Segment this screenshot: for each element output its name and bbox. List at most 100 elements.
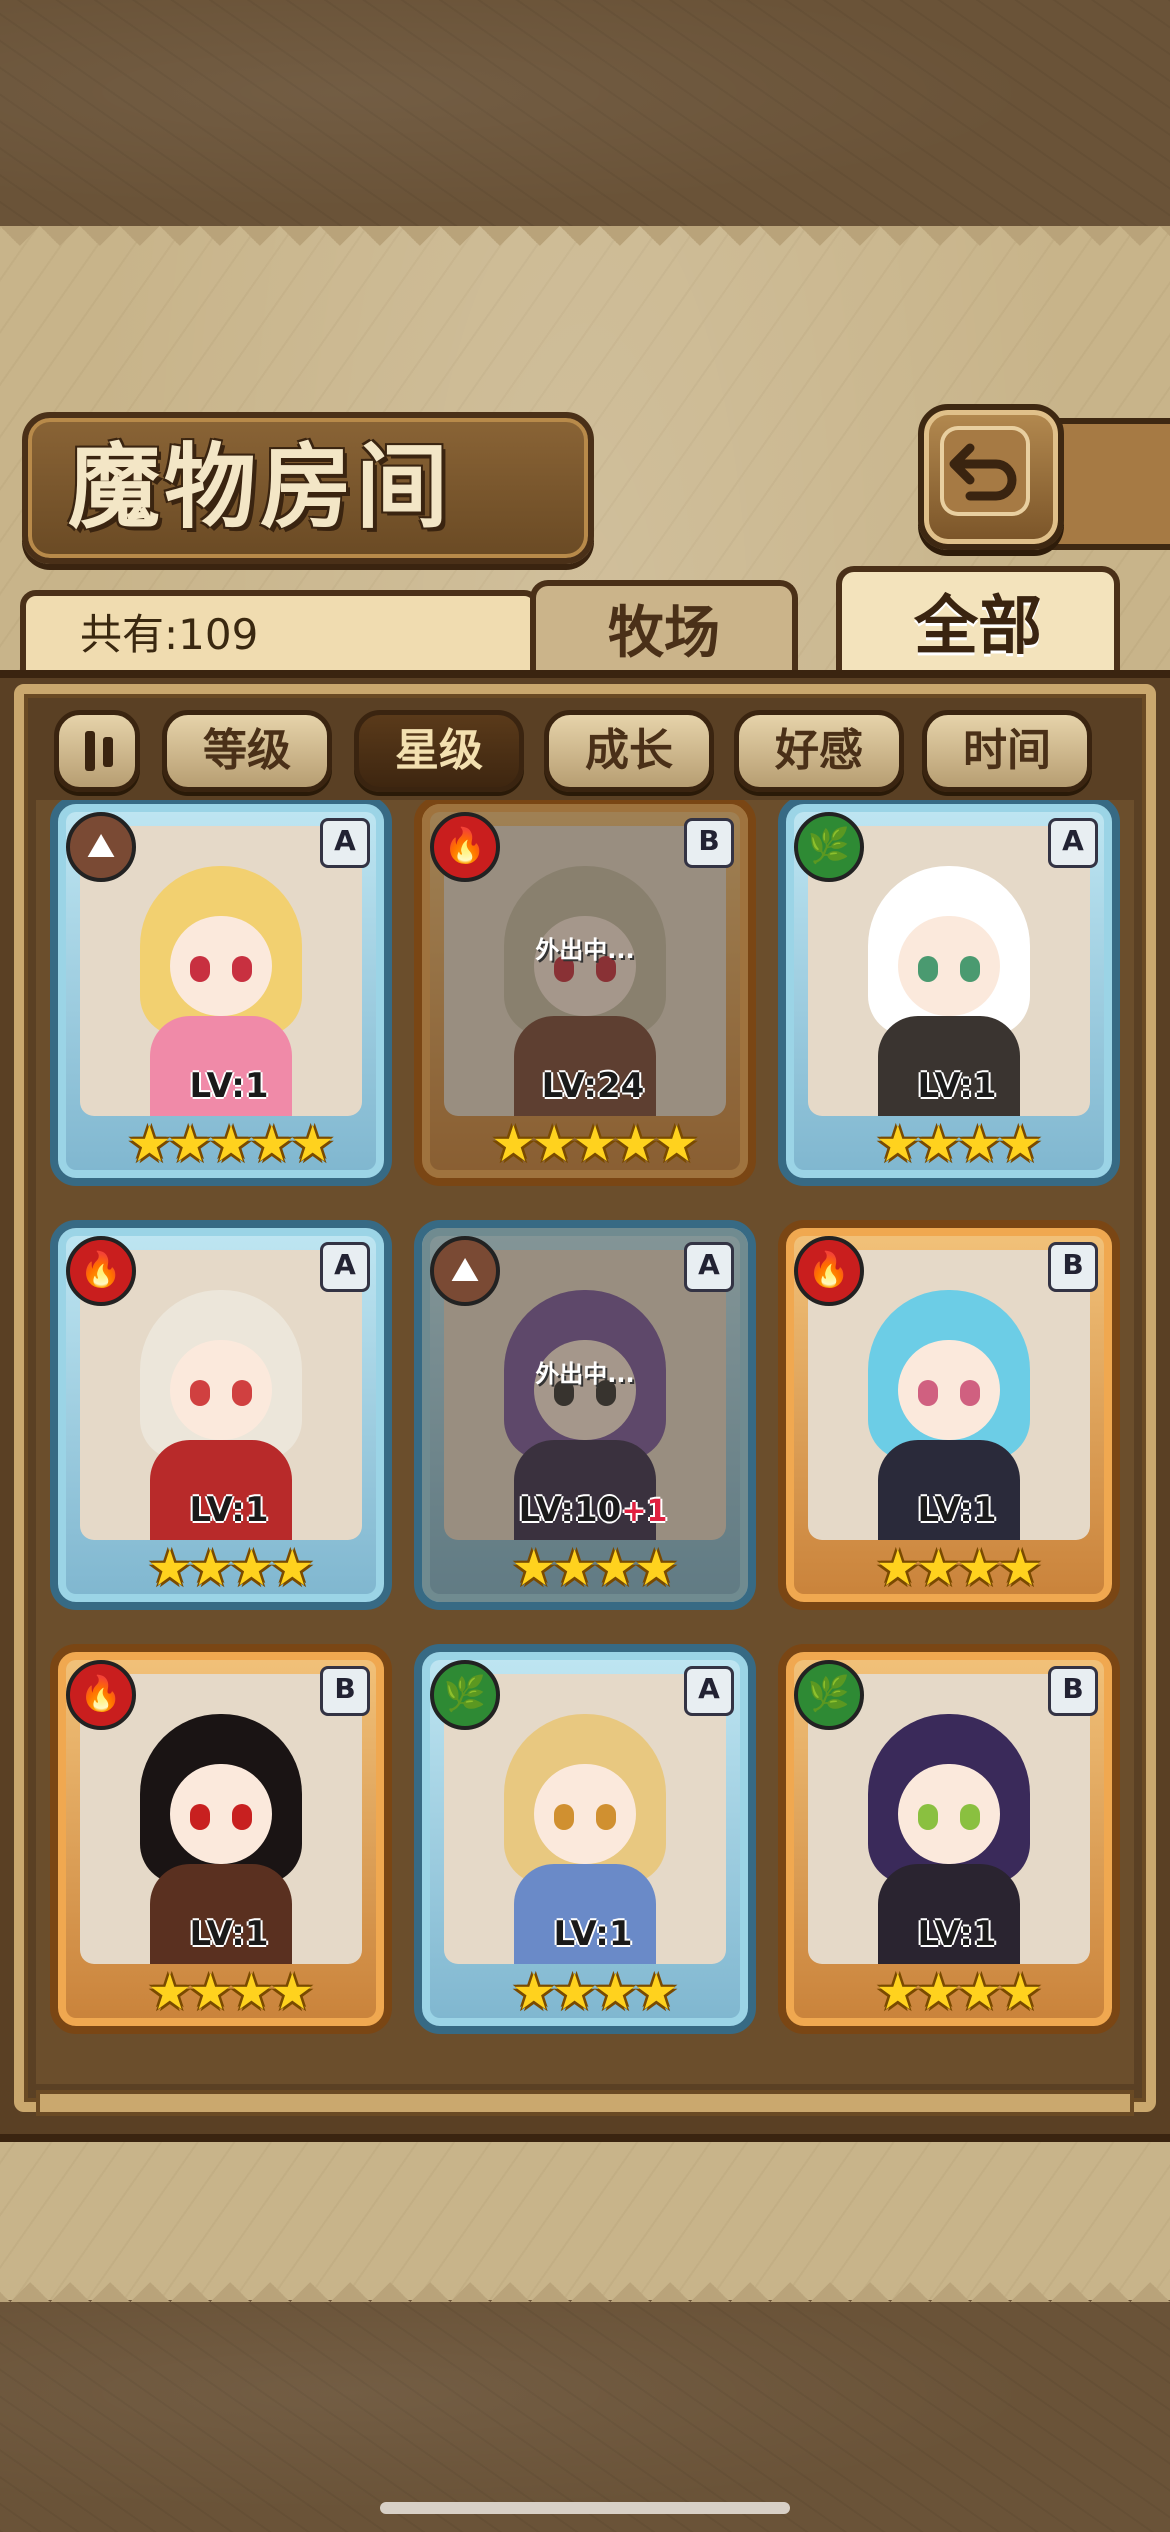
filter-toggle-icon-part <box>103 737 113 767</box>
home-indicator[interactable] <box>380 2502 790 2514</box>
star-rating: ★★★★ <box>147 1539 314 1597</box>
leaf-icon: 🌿 <box>430 1660 500 1730</box>
monster-eye <box>232 956 252 982</box>
monster-eye <box>190 1380 210 1406</box>
leaf-icon: 🌿 <box>794 812 864 882</box>
monster-card[interactable]: 🔥 B LV:1 ★★★★ <box>50 1644 392 2034</box>
monster-level: LV:1 <box>58 1914 384 1954</box>
monster-card[interactable]: 🌿 A LV:1 ★★★★ <box>778 800 1120 1186</box>
monster-card[interactable]: 🌿 B LV:1 ★★★★ <box>778 1644 1120 2034</box>
back-button[interactable] <box>918 404 1064 550</box>
sort-by-time-button[interactable]: 时间 <box>922 710 1092 792</box>
monster-eye <box>918 956 938 982</box>
star-rating: ★★★★★ <box>490 1115 699 1173</box>
monster-level: LV:1 <box>786 1490 1112 1530</box>
monster-level-text: LV:1 <box>917 1490 997 1530</box>
star-rating: ★★★★ <box>875 1115 1042 1173</box>
monster-eye <box>554 1804 574 1830</box>
monster-grid: ⛰ A LV:1 ★★★★★ 外出中... 🔥 B LV:24 ★★★★★ 🌿 A LV:1 ★★★★ 🔥… <box>36 800 1134 2084</box>
monster-eye <box>232 1380 252 1406</box>
monster-eye <box>960 956 980 982</box>
monster-level-text: LV:1 <box>917 1914 997 1954</box>
monster-level-text: LV:10 <box>518 1490 622 1530</box>
monster-eye <box>190 1804 210 1830</box>
monster-face <box>534 1764 636 1864</box>
monster-level: LV:10+1 <box>422 1490 748 1530</box>
title-plate: 魔物房间 <box>22 412 594 564</box>
monster-count: 共有:109 <box>80 610 259 659</box>
monster-face <box>170 916 272 1016</box>
monster-level-text: LV:1 <box>189 1066 269 1106</box>
top-map-background <box>0 0 1170 230</box>
monster-eye <box>960 1804 980 1830</box>
monster-card[interactable]: ⛰ A LV:1 ★★★★★ <box>50 800 392 1186</box>
filter-toggle-icon <box>85 731 95 771</box>
monster-card[interactable]: 外出中... 🔥 B LV:24 ★★★★★ <box>414 800 756 1186</box>
flame-icon: 🔥 <box>66 1660 136 1730</box>
monster-level: LV:1 <box>786 1066 1112 1106</box>
monster-level-text: LV:1 <box>553 1914 633 1954</box>
filter-toggle-button[interactable] <box>54 710 140 792</box>
sort-by-affection-button[interactable]: 好感 <box>734 710 904 792</box>
monster-level-text: LV:1 <box>189 1490 269 1530</box>
leaf-icon: 🌿 <box>794 1660 864 1730</box>
monster-level: LV:24 <box>422 1066 748 1106</box>
monster-face <box>898 1764 1000 1864</box>
monster-eye <box>960 1380 980 1406</box>
monster-face <box>898 916 1000 1016</box>
monster-card[interactable]: 外出中... ⛰ A LV:10+1 ★★★★ <box>414 1220 756 1610</box>
monster-eye <box>596 1804 616 1830</box>
star-rating: ★★★★ <box>875 1963 1042 2021</box>
rank-badge: B <box>684 818 734 868</box>
away-status: 外出中... <box>535 1360 635 1388</box>
sort-by-growth-button[interactable]: 成长 <box>544 710 714 792</box>
bottom-map-background <box>0 2300 1170 2532</box>
monster-level: LV:1 <box>58 1490 384 1530</box>
monster-face <box>170 1340 272 1440</box>
mountain-icon: ⛰ <box>430 1236 500 1306</box>
rank-badge: B <box>320 1666 370 1716</box>
rank-badge: B <box>1048 1242 1098 1292</box>
star-rating: ★★★★ <box>511 1539 678 1597</box>
level-bonus: +1 <box>621 1494 668 1529</box>
tab-all[interactable]: 全部 <box>836 566 1120 680</box>
monster-card[interactable]: 🔥 A LV:1 ★★★★ <box>50 1220 392 1610</box>
rank-badge: A <box>1048 818 1098 868</box>
rank-badge: B <box>1048 1666 1098 1716</box>
bottom-zigzag-border <box>0 2262 1170 2302</box>
star-rating: ★★★★ <box>147 1963 314 2021</box>
monster-card[interactable]: 🔥 B LV:1 ★★★★ <box>778 1220 1120 1610</box>
monster-card[interactable]: 🌿 A LV:1 ★★★★ <box>414 1644 756 2034</box>
star-rating: ★★★★ <box>511 1963 678 2021</box>
monster-eye <box>232 1804 252 1830</box>
sort-by-level-button[interactable]: 等级 <box>162 710 332 792</box>
rank-badge: A <box>684 1666 734 1716</box>
top-zigzag-border <box>0 226 1170 266</box>
monster-level: LV:1 <box>786 1914 1112 1954</box>
monster-face <box>898 1340 1000 1440</box>
flame-icon: 🔥 <box>66 1236 136 1306</box>
page-title: 魔物房间 <box>68 434 453 541</box>
rank-badge: A <box>320 1242 370 1292</box>
away-status: 外出中... <box>535 936 635 964</box>
sort-by-stars-button[interactable]: 星级 <box>354 710 524 792</box>
monster-level: LV:1 <box>422 1914 748 1954</box>
monster-eye <box>918 1380 938 1406</box>
rank-badge: A <box>320 818 370 868</box>
panel-bottom-rail <box>36 2090 1134 2116</box>
tab-farm[interactable]: 牧场 <box>530 580 798 680</box>
mountain-icon: ⛰ <box>66 812 136 882</box>
back-arrow-icon <box>940 426 1030 516</box>
monster-eye <box>190 956 210 982</box>
monster-face <box>170 1764 272 1864</box>
flame-icon: 🔥 <box>430 812 500 882</box>
rank-badge: A <box>684 1242 734 1292</box>
monster-level-text: LV:24 <box>541 1066 645 1106</box>
star-rating: ★★★★ <box>875 1539 1042 1597</box>
monster-level-text: LV:1 <box>189 1914 269 1954</box>
monster-eye <box>918 1804 938 1830</box>
star-rating: ★★★★★ <box>126 1115 335 1173</box>
monster-level: LV:1 <box>58 1066 384 1106</box>
flame-icon: 🔥 <box>794 1236 864 1306</box>
monster-level-text: LV:1 <box>917 1066 997 1106</box>
